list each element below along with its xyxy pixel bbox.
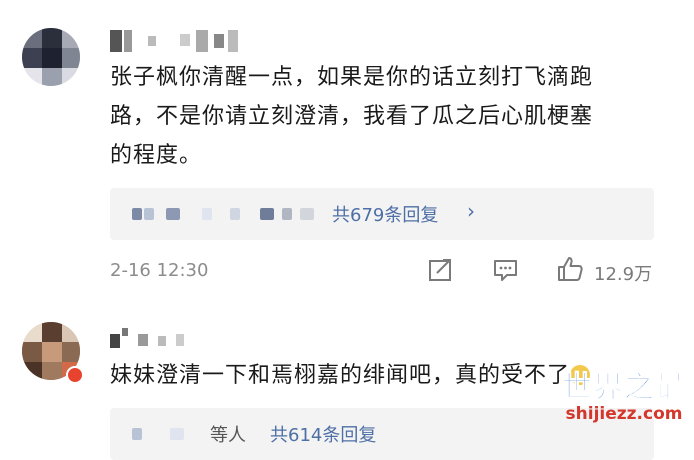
reply-avatar-blur (132, 208, 142, 220)
comment-text-line: 妹妹澄清一下和焉栩嘉的绯闻吧，真的受不了 (110, 363, 571, 388)
reply-avatar-blur (230, 208, 240, 220)
watermark-logo: 世界之最 (562, 370, 686, 405)
comment-timestamp: 2-16 12:30 (110, 260, 209, 281)
share-icon[interactable] (428, 258, 454, 282)
nickname-blurred[interactable] (110, 328, 200, 350)
comment-icon[interactable] (493, 258, 519, 282)
reply-avatar-blur (170, 428, 184, 440)
thumbs-up-icon[interactable] (556, 255, 584, 283)
reply-avatar-blur (144, 208, 154, 220)
replies-prefix: 等人 (210, 425, 246, 446)
comment-item: 张子枫你清醒一点，如果是你的话立刻打飞滴跑 路，不是你请立刻澄清，我看了瓜之后心… (0, 0, 694, 300)
reply-avatar-blur (300, 208, 314, 220)
replies-count-link[interactable]: 共679条回复 (332, 201, 438, 227)
comment-text-line: 路，不是你请立刻澄清，我看了瓜之后心肌梗塞 (110, 104, 594, 129)
comment-text-line: 的程度。 (110, 143, 203, 168)
comment-text-line: 张子枫你清醒一点，如果是你的话立刻打飞滴跑 (110, 65, 594, 90)
site-watermark: 世界之最 shijiezz.com (562, 370, 686, 424)
chevron-right-icon: › (467, 199, 475, 223)
verified-badge-icon (66, 366, 84, 384)
reply-avatar-blur (132, 428, 142, 440)
watermark-url: shijiezz.com (565, 404, 683, 424)
replies-box[interactable]: 共679条回复 › (110, 188, 654, 240)
reply-avatar-blur (202, 208, 212, 220)
comment-item: 妹妹澄清一下和焉栩嘉的绯闻吧，真的受不了 等人 共614条回复 世界之最 shi… (0, 300, 694, 460)
reply-avatar-blur (260, 208, 274, 220)
replies-count-link[interactable]: 共614条回复 (270, 421, 376, 447)
reply-avatar-blur (166, 208, 180, 220)
reply-avatar-blur (282, 208, 292, 220)
nickname-blurred[interactable] (110, 30, 250, 52)
avatar[interactable] (22, 28, 80, 86)
like-count: 12.9万 (594, 264, 653, 285)
comment-text: 张子枫你清醒一点，如果是你的话立刻打飞滴跑 路，不是你请立刻澄清，我看了瓜之后心… (110, 58, 680, 175)
